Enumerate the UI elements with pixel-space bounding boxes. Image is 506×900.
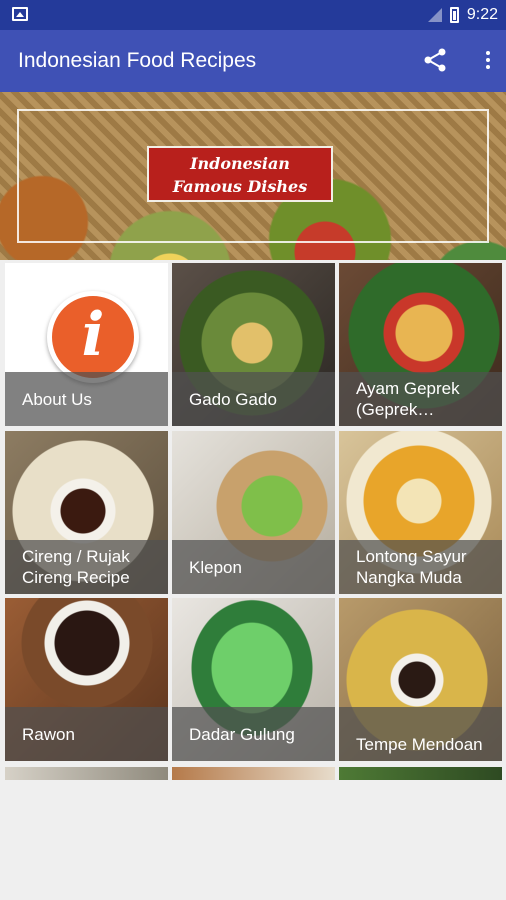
tile-label: About Us (22, 390, 92, 409)
tile-label: Lontong Sayur Nangka Muda (356, 547, 467, 587)
battery-icon (449, 7, 459, 23)
no-signal-icon (427, 8, 442, 22)
tile-label: Dadar Gulung (189, 725, 295, 744)
status-bar: 9:22 (0, 0, 506, 30)
banner-title-line2: Famous Dishes (172, 177, 308, 196)
gallery-notification-icon (12, 7, 28, 21)
tile-label: Ayam Geprek (Geprek… (356, 379, 460, 419)
tile-label: Tempe Mendoan (356, 735, 483, 754)
recipe-tile-partial[interactable] (5, 767, 168, 780)
tile-label: Cireng / Rujak Cireng Recipe (22, 547, 130, 587)
recipe-tile-partial[interactable] (339, 767, 502, 780)
recipe-tile-cireng[interactable]: Cireng / Rujak Cireng Recipe (5, 431, 168, 594)
more-options-icon[interactable] (484, 48, 492, 72)
share-icon[interactable] (422, 47, 448, 73)
recipe-tile-klepon[interactable]: Klepon (172, 431, 335, 594)
banner-title-line1: Indonesian (190, 154, 290, 173)
info-icon: i (47, 291, 139, 383)
tile-label: Rawon (22, 725, 75, 744)
recipe-tile-rawon[interactable]: Rawon (5, 598, 168, 761)
recipe-tile-gado-gado[interactable]: Gado Gado (172, 263, 335, 426)
app-bar: Indonesian Food Recipes (0, 30, 506, 92)
recipe-tile-partial[interactable] (172, 767, 335, 780)
status-time: 9:22 (466, 6, 498, 23)
header-banner: Indonesian Famous Dishes (0, 92, 506, 260)
recipe-tile-about-us[interactable]: i About Us (5, 263, 168, 426)
tile-label: Gado Gado (189, 390, 277, 409)
tile-label: Klepon (189, 558, 242, 577)
recipe-tile-lontong-sayur[interactable]: Lontong Sayur Nangka Muda (339, 431, 502, 594)
recipe-tile-ayam-geprek[interactable]: Ayam Geprek (Geprek… (339, 263, 502, 426)
recipe-tile-tempe-mendoan[interactable]: Tempe Mendoan (339, 598, 502, 761)
recipe-tile-dadar-gulung[interactable]: Dadar Gulung (172, 598, 335, 761)
banner-plaque: Indonesian Famous Dishes (147, 146, 333, 202)
app-title: Indonesian Food Recipes (18, 49, 257, 72)
